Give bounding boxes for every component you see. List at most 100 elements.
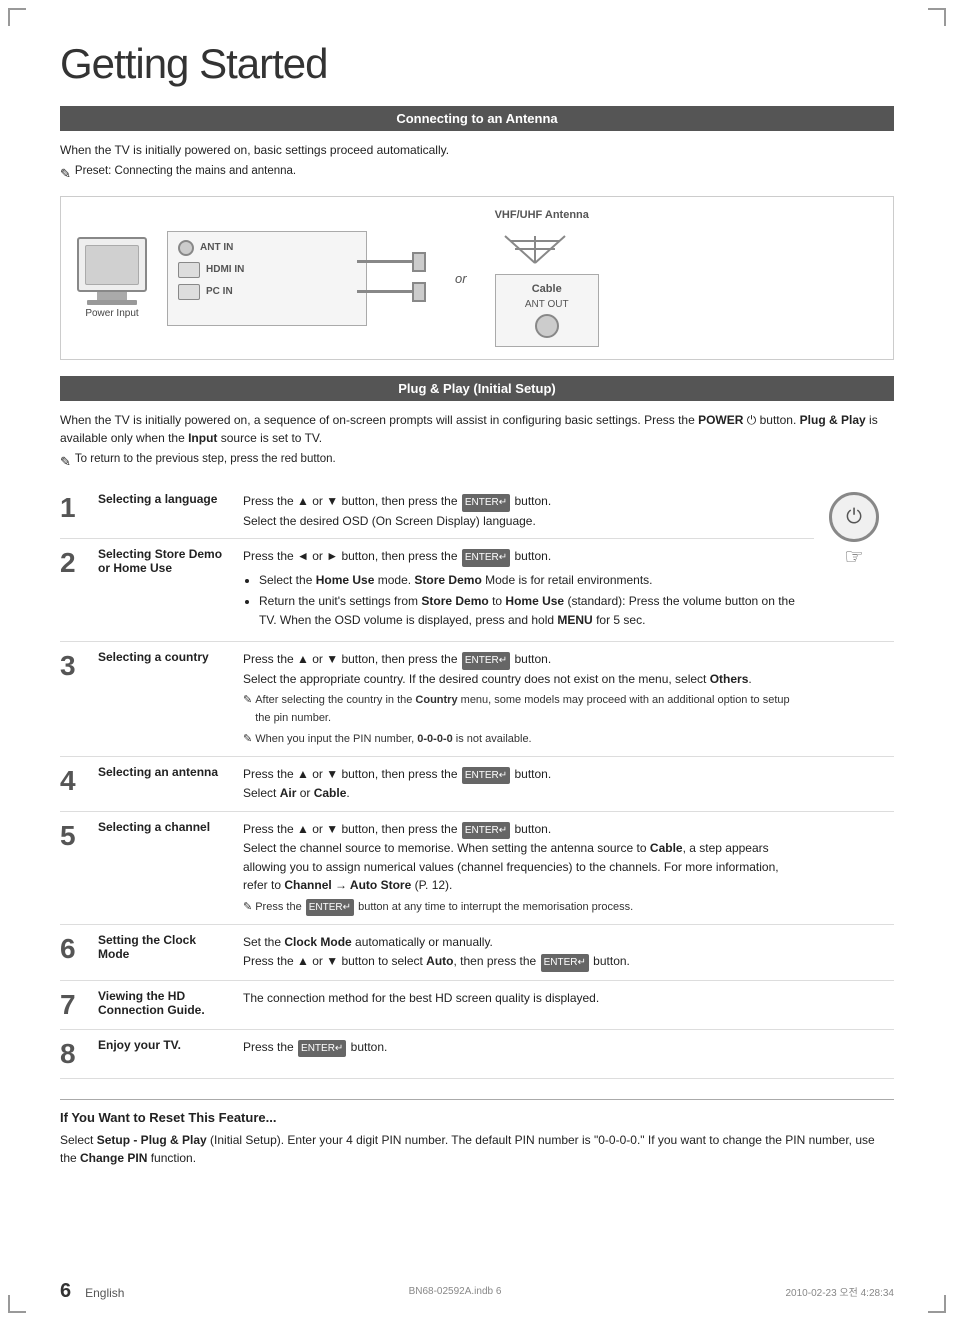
power-input-label: Power Input: [85, 308, 138, 319]
cable-connector-bot: [412, 282, 426, 302]
hdmi-row: HDMI IN: [178, 262, 356, 278]
pc-port: [178, 284, 200, 300]
step-4-num: 4: [60, 756, 92, 811]
tv-screen: [85, 245, 139, 285]
step-1-content: Press the ▲ or ▼ button, then press the …: [237, 484, 814, 539]
enter-btn-1: ENTER↵: [462, 494, 510, 512]
connector-section: ANT IN HDMI IN PC IN: [167, 231, 475, 326]
step-5-row: 5 Selecting a channel Press the ▲ or ▼ b…: [60, 811, 894, 925]
step-5-note: ✎ Press the ENTER↵ button at any time to…: [243, 899, 804, 917]
cable-connector-top: [412, 252, 426, 272]
input-bold: Input: [188, 431, 217, 445]
step-1-title: Selecting a language: [92, 484, 237, 539]
reset-section: If You Want to Reset This Feature... Sel…: [60, 1099, 894, 1167]
reset-body: Select Setup - Plug & Play (Initial Setu…: [60, 1131, 894, 1167]
step-2-content: Press the ◄ or ► button, then press the …: [237, 539, 814, 642]
step-2-num: 2: [60, 539, 92, 642]
note-icon2: ✎: [60, 454, 71, 470]
step-8-title: Enjoy your TV.: [92, 1029, 237, 1078]
enter-btn-4: ENTER↵: [462, 767, 510, 785]
tv-box: [77, 237, 147, 292]
step-6-row: 6 Setting the Clock Mode Set the Clock M…: [60, 925, 894, 980]
step-6-title: Setting the Clock Mode: [92, 925, 237, 980]
section1-body1: When the TV is initially powered on, bas…: [60, 141, 894, 159]
enter-btn-8: ENTER↵: [298, 1040, 346, 1058]
note-icon3: ✎: [243, 692, 252, 709]
step-1-row: 1 Selecting a language Press the ▲ or ▼ …: [60, 484, 894, 539]
step-3-row: 3 Selecting a country Press the ▲ or ▼ b…: [60, 642, 894, 756]
step-4-title: Selecting an antenna: [92, 756, 237, 811]
reset-title: If You Want to Reset This Feature...: [60, 1110, 894, 1125]
power-btn-symbol: ⏻: [846, 506, 862, 529]
step-7-row: 7 Viewing the HD Connection Guide. The c…: [60, 980, 894, 1029]
power-image: ⏻ ☞: [814, 484, 894, 642]
finger-icon: ☞: [814, 544, 894, 570]
footer: 6 English BN68-02592A.indb 6 2010-02-23 …: [0, 1280, 954, 1303]
step-6-content: Set the Clock Mode automatically or manu…: [237, 925, 814, 980]
vhf-label: VHF/UHF Antenna: [495, 209, 589, 221]
ant-in-row: ANT IN: [178, 240, 356, 256]
step-8-num: 8: [60, 1029, 92, 1078]
step-3-note1: ✎ After selecting the country in the Cou…: [243, 692, 804, 726]
tv-stand: [97, 292, 127, 300]
step-1-num: 1: [60, 484, 92, 539]
section1-note: ✎ Preset: Connecting the mains and anten…: [60, 165, 894, 182]
section1-header: Connecting to an Antenna: [60, 106, 894, 131]
step-4-row: 4 Selecting an antenna Press the ▲ or ▼ …: [60, 756, 894, 811]
corner-tl: [8, 8, 26, 26]
step-3-content: Press the ▲ or ▼ button, then press the …: [237, 642, 814, 756]
power-bold: POWER: [698, 413, 743, 427]
step-3-title: Selecting a country: [92, 642, 237, 756]
power-symbol: ⏻: [747, 413, 757, 427]
page-title: Getting Started: [60, 40, 894, 88]
footer-file: BN68-02592A.indb 6: [409, 1286, 502, 1297]
step-4-content: Press the ▲ or ▼ button, then press the …: [237, 756, 814, 811]
ant-out-label: ANT OUT: [506, 299, 588, 310]
cable-box: Cable ANT OUT: [495, 274, 599, 347]
step-5-title: Selecting a channel: [92, 811, 237, 925]
footer-left: 6 English: [60, 1280, 124, 1303]
enter-btn-3: ENTER↵: [462, 652, 510, 670]
step-8-content: Press the ENTER↵ button.: [237, 1029, 814, 1078]
step-7-content: The connection method for the best HD sc…: [237, 980, 814, 1029]
antenna-diagram: Power Input ANT IN HDMI IN PC IN: [60, 196, 894, 360]
step-3-num: 3: [60, 642, 92, 756]
hdmi-port: [178, 262, 200, 278]
enter-btn-6: ENTER↵: [541, 954, 589, 972]
power-btn-circle: ⏻: [829, 492, 879, 542]
section2-header: Plug & Play (Initial Setup): [60, 376, 894, 401]
note-icon4: ✎: [243, 731, 252, 748]
corner-tr: [928, 8, 946, 26]
right-section: VHF/UHF Antenna Cable ANT OUT: [495, 209, 599, 347]
step-8-row: 8 Enjoy your TV. Press the ENTER↵ button…: [60, 1029, 894, 1078]
vhf-antenna-icon: [495, 231, 575, 266]
tv-base: [87, 300, 137, 305]
steps-table: 1 Selecting a language Press the ▲ or ▼ …: [60, 484, 894, 1079]
enter-btn-2: ENTER↵: [462, 549, 510, 567]
step-2-row: 2 Selecting Store Demoor Home Use Press …: [60, 539, 894, 642]
ant-in-port: [178, 240, 194, 256]
step-3-note2: ✎ When you input the PIN number, 0-0-0-0…: [243, 731, 804, 748]
step-7-num: 7: [60, 980, 92, 1029]
cable-port: [535, 314, 559, 338]
cable-lines: [357, 252, 426, 302]
cable-label: Cable: [506, 283, 588, 295]
section2-body: When the TV is initially powered on, a s…: [60, 411, 894, 447]
cable-line-top: [357, 260, 412, 263]
plug-play-bold: Plug & Play: [800, 413, 866, 427]
step-5-content: Press the ▲ or ▼ button, then press the …: [237, 811, 814, 925]
enter-btn-5: ENTER↵: [462, 822, 510, 840]
note-icon5: ✎: [243, 899, 252, 916]
step-7-title: Viewing the HD Connection Guide.: [92, 980, 237, 1029]
step-6-num: 6: [60, 925, 92, 980]
enter-btn-5b: ENTER↵: [306, 899, 354, 917]
pc-in-row: PC IN: [178, 284, 356, 300]
step-5-num: 5: [60, 811, 92, 925]
footer-page-num: 6: [60, 1280, 71, 1303]
note-icon: ✎: [60, 166, 71, 182]
footer-lang: English: [85, 1286, 124, 1300]
cable-line-bot: [357, 290, 412, 293]
footer-date: 2010-02-23 오전 4:28:34: [786, 1284, 894, 1299]
connections-box: ANT IN HDMI IN PC IN: [167, 231, 367, 326]
step-2-title: Selecting Store Demoor Home Use: [92, 539, 237, 642]
